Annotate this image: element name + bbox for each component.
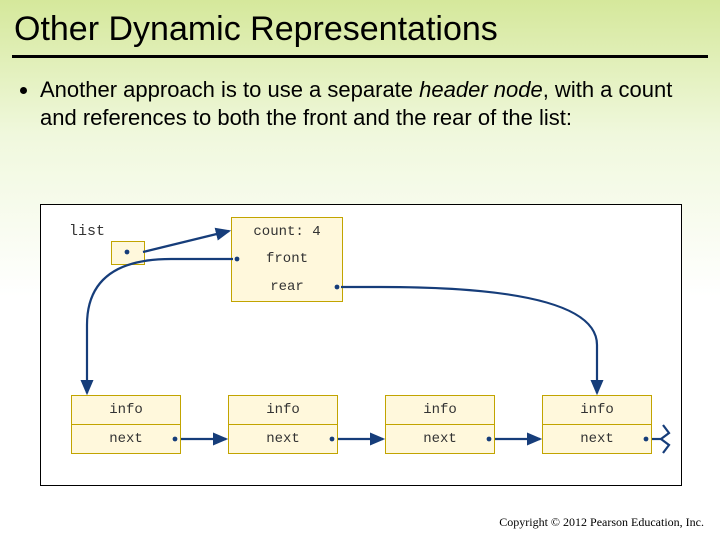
diagram-figure: list count: 4 front rear info next info …: [40, 204, 682, 486]
arrows-layer: [41, 205, 681, 485]
bullet-item: Another approach is to use a separate he…: [40, 76, 708, 132]
bullet-text-prefix: Another approach is to use a separate: [40, 77, 419, 102]
bullet-text-em: header node: [419, 77, 543, 102]
page-title: Other Dynamic Representations: [0, 0, 720, 49]
title-divider: [12, 55, 708, 58]
arrow-list-to-header: [143, 231, 229, 252]
null-squiggle: [661, 425, 669, 453]
copyright-text: Copyright © 2012 Pearson Education, Inc.: [499, 515, 704, 530]
arrow-rear-to-last: [341, 287, 597, 393]
arrow-front-to-first: [87, 259, 233, 393]
bullet-list: Another approach is to use a separate he…: [12, 76, 708, 132]
